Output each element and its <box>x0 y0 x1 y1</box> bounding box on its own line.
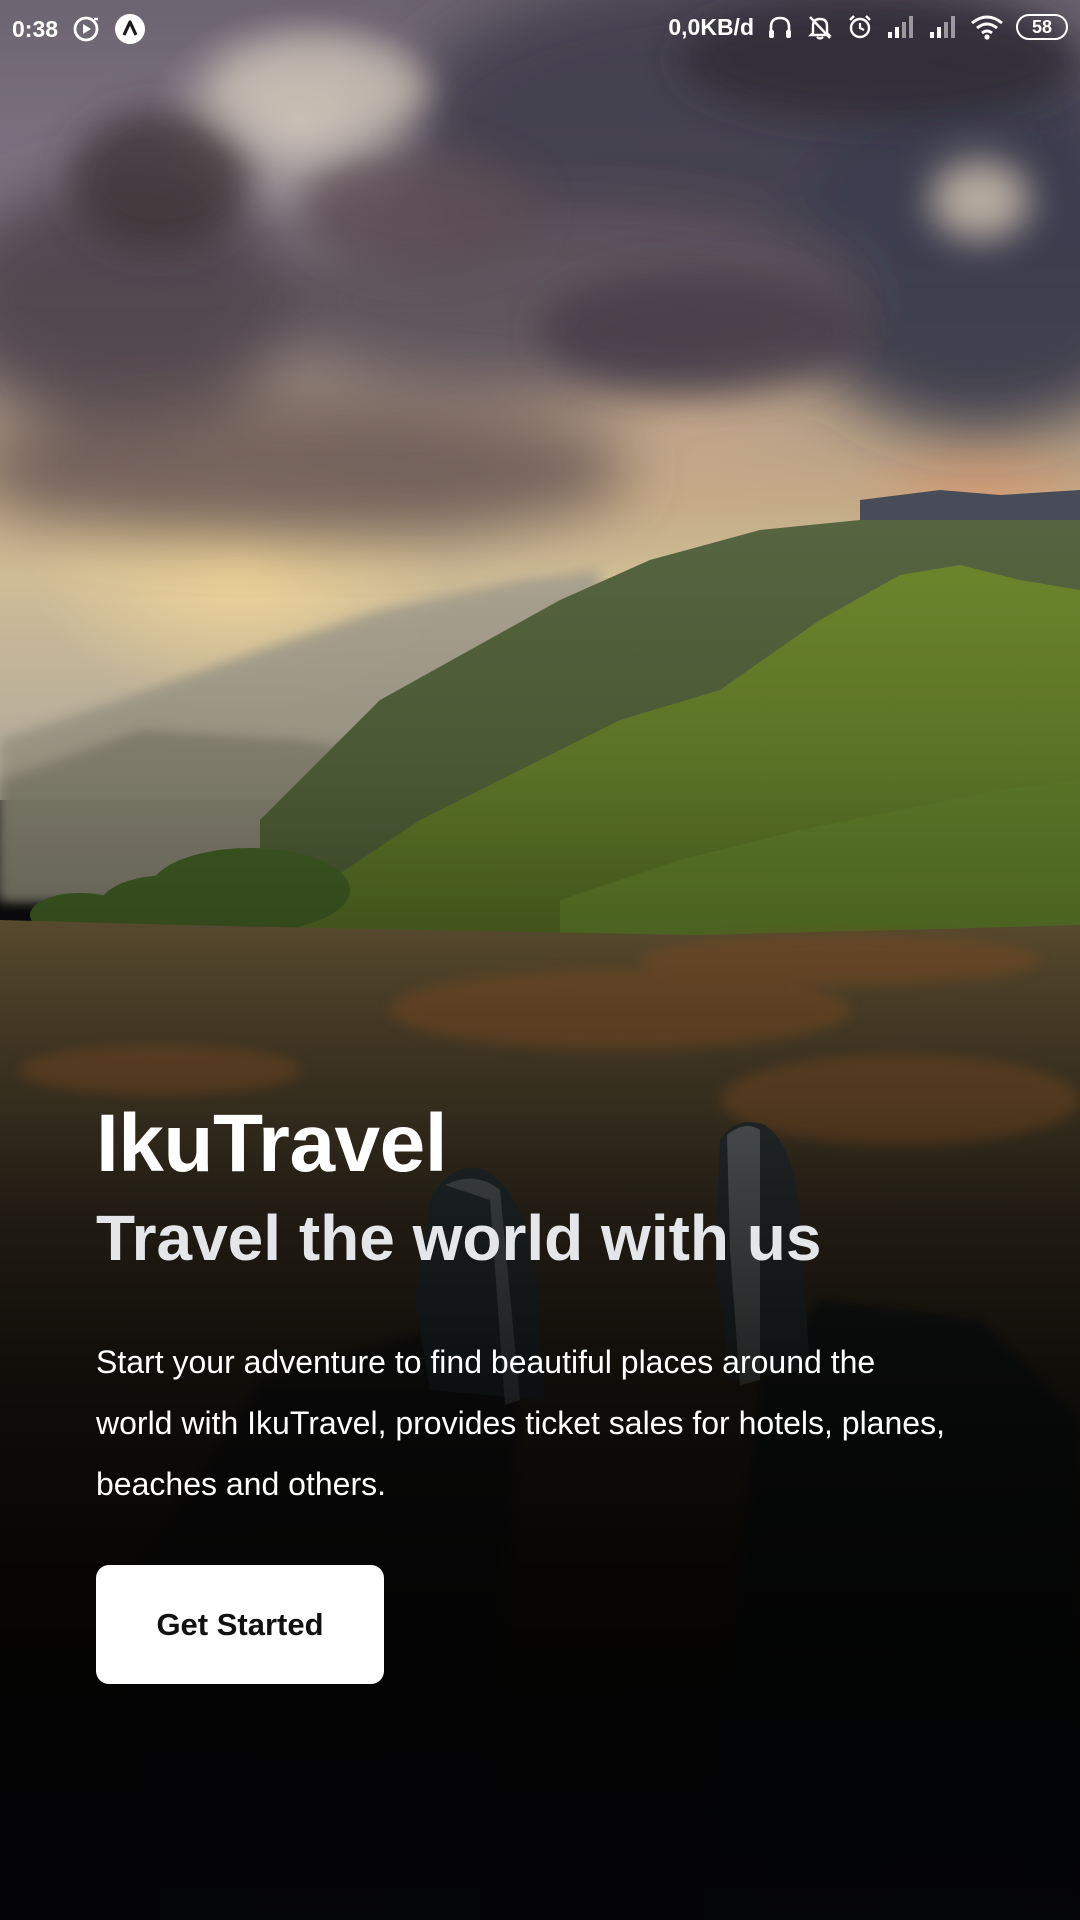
wifi-icon <box>970 14 1004 40</box>
status-bar-left: 0:38 <box>12 13 146 45</box>
status-bar-right: 0,0KB/d 58 <box>668 13 1068 41</box>
onboarding-screen: 0:38 0,0KB/d 58 IkuTravel Travel the wor… <box>0 0 1080 1920</box>
app-a-icon <box>114 13 146 45</box>
alarm-icon <box>846 13 874 41</box>
media-play-icon <box>72 15 100 43</box>
description: Start your adventure to find beautiful p… <box>96 1344 945 1502</box>
hero-section: IkuTravel Travel the world with us Start… <box>96 1098 996 1684</box>
headphones-icon <box>766 13 794 41</box>
get-started-button[interactable]: Get Started <box>96 1565 384 1684</box>
signal-icon <box>886 14 916 40</box>
battery-level: 58 <box>1031 16 1053 37</box>
app-name: IkuTravel <box>96 1098 448 1189</box>
network-speed: 0,0KB/d <box>668 13 754 40</box>
status-time: 0:38 <box>12 15 59 42</box>
status-bar: 0:38 0,0KB/d 58 <box>0 0 1080 56</box>
notifications-off-icon <box>806 13 834 41</box>
tagline: Travel the world with us <box>96 1202 822 1274</box>
signal-icon <box>928 14 958 40</box>
battery-indicator: 58 <box>1016 14 1068 40</box>
